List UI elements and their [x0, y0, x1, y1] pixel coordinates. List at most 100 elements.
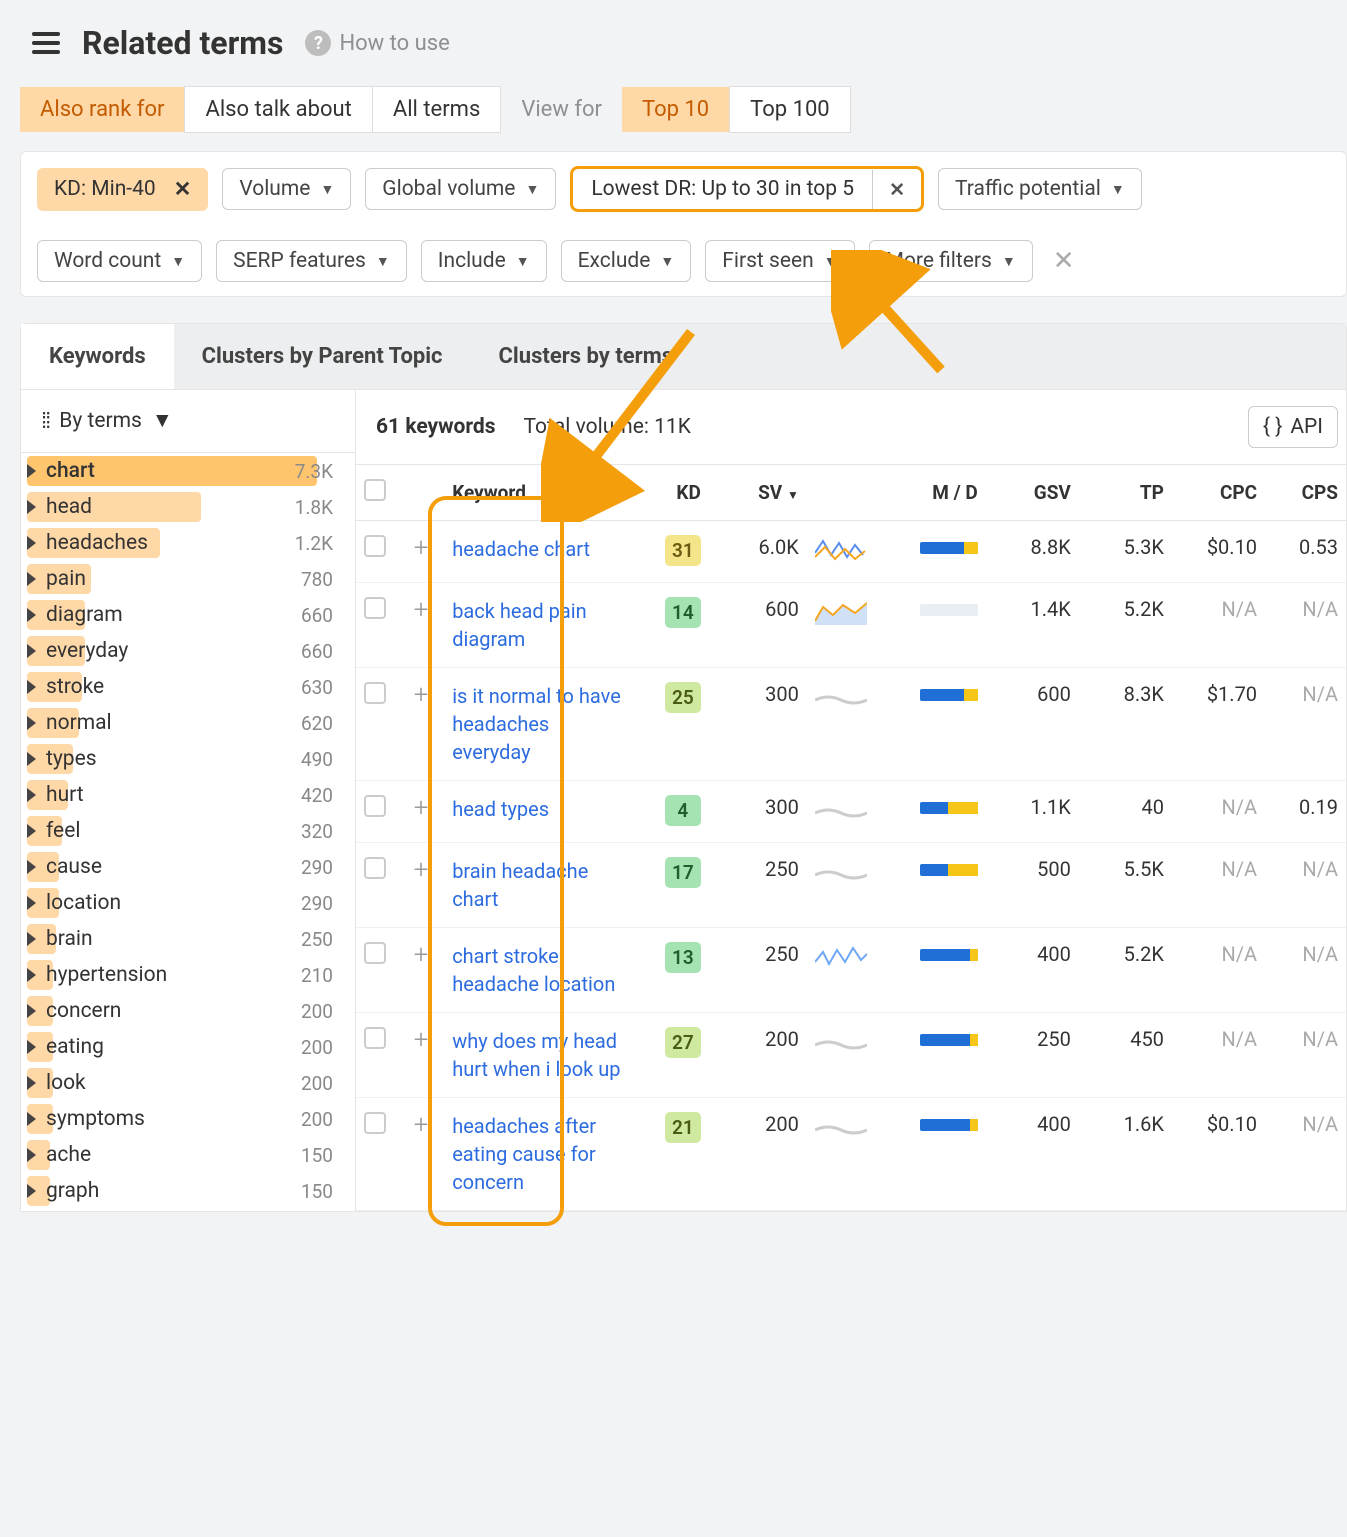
- keyword-link[interactable]: headaches after eating cause for concern: [452, 1114, 596, 1194]
- keyword-link[interactable]: chart stroke headache location: [452, 944, 615, 996]
- add-icon[interactable]: +: [408, 942, 434, 968]
- md-bar: [920, 949, 978, 961]
- keyword-link[interactable]: back head pain diagram: [452, 599, 586, 651]
- sidebar-term-item[interactable]: chart7.3K: [21, 453, 355, 489]
- sv-value: 250: [709, 928, 807, 1013]
- sidebar-term-item[interactable]: stroke630: [21, 669, 355, 705]
- by-terms-label: By terms: [59, 409, 142, 433]
- filter-first-seen[interactable]: First seen ▼: [705, 240, 854, 282]
- col-tp[interactable]: TP: [1079, 465, 1172, 521]
- term-label: hurt: [46, 783, 84, 807]
- sidebar-term-item[interactable]: head1.8K: [21, 489, 355, 525]
- page-title: Related terms: [82, 24, 283, 62]
- filters-panel: KD: Min-40 ✕ Volume ▼ Global volume ▼ Lo…: [20, 151, 1347, 297]
- add-icon[interactable]: +: [408, 597, 434, 623]
- filter-lowest-dr[interactable]: Lowest DR: Up to 30 in top 5 ✕: [570, 166, 924, 212]
- add-icon[interactable]: +: [408, 1112, 434, 1138]
- sidebar-term-item[interactable]: location290: [21, 885, 355, 921]
- filter-global-volume[interactable]: Global volume ▼: [365, 168, 556, 210]
- add-icon[interactable]: +: [408, 535, 434, 561]
- filter-kd-label: KD: Min-40: [54, 177, 156, 201]
- select-all-checkbox[interactable]: [364, 479, 386, 501]
- col-kd[interactable]: KD: [640, 465, 709, 521]
- close-icon[interactable]: ✕: [872, 170, 921, 209]
- keyword-link[interactable]: why does my head hurt when i look up: [452, 1029, 620, 1081]
- subtab-clusters-parent[interactable]: Clusters by Parent Topic: [174, 324, 471, 389]
- md-bar: [920, 864, 978, 876]
- row-checkbox[interactable]: [364, 1027, 386, 1049]
- filter-more-filters[interactable]: More filters ▼: [869, 240, 1033, 282]
- col-gsv[interactable]: GSV: [986, 465, 1079, 521]
- close-icon[interactable]: ✕: [166, 177, 192, 202]
- tab-also-talk-about[interactable]: Also talk about: [184, 86, 372, 133]
- filter-word-count[interactable]: Word count ▼: [37, 240, 202, 282]
- sidebar-term-item[interactable]: brain250: [21, 921, 355, 957]
- sidebar-term-item[interactable]: hurt420: [21, 777, 355, 813]
- row-checkbox[interactable]: [364, 857, 386, 879]
- chevron-right-icon: [27, 500, 36, 514]
- keyword-link[interactable]: is it normal to have headaches everyday: [452, 684, 621, 764]
- menu-icon[interactable]: [32, 32, 60, 54]
- term-count: 290: [301, 856, 333, 879]
- filter-kd[interactable]: KD: Min-40 ✕: [37, 168, 208, 211]
- sidebar-term-item[interactable]: diagram660: [21, 597, 355, 633]
- sidebar-term-item[interactable]: headaches1.2K: [21, 525, 355, 561]
- row-checkbox[interactable]: [364, 597, 386, 619]
- row-checkbox[interactable]: [364, 682, 386, 704]
- tab-all-terms[interactable]: All terms: [373, 86, 501, 133]
- keyword-link[interactable]: headache chart: [452, 537, 590, 561]
- keyword-link[interactable]: head types: [452, 797, 549, 821]
- add-icon[interactable]: +: [408, 682, 434, 708]
- sidebar-term-item[interactable]: cause290: [21, 849, 355, 885]
- row-checkbox[interactable]: [364, 942, 386, 964]
- sidebar-term-item[interactable]: types490: [21, 741, 355, 777]
- api-button[interactable]: { } API: [1248, 406, 1338, 448]
- row-checkbox[interactable]: [364, 795, 386, 817]
- add-icon[interactable]: +: [408, 795, 434, 821]
- keyword-link[interactable]: brain headache chart: [452, 859, 588, 911]
- sidebar-term-item[interactable]: hypertension210: [21, 957, 355, 993]
- tab-top-10[interactable]: Top 10: [622, 87, 729, 132]
- col-keyword[interactable]: Keyword: [444, 465, 640, 521]
- row-checkbox[interactable]: [364, 1112, 386, 1134]
- subtab-keywords[interactable]: Keywords: [21, 324, 174, 389]
- row-checkbox[interactable]: [364, 535, 386, 557]
- tab-also-rank-for[interactable]: Also rank for: [20, 87, 184, 132]
- term-label: graph: [46, 1179, 99, 1203]
- add-icon[interactable]: +: [408, 857, 434, 883]
- sidebar-term-item[interactable]: concern200: [21, 993, 355, 1029]
- table-row: +brain headache chart172505005.5KN/AN/A: [356, 843, 1346, 928]
- filter-volume[interactable]: Volume ▼: [222, 168, 351, 210]
- clear-filters-icon[interactable]: ✕: [1047, 246, 1081, 276]
- sidebar-term-item[interactable]: symptoms200: [21, 1101, 355, 1137]
- col-cpc[interactable]: CPC: [1172, 465, 1265, 521]
- sidebar-term-item[interactable]: pain780: [21, 561, 355, 597]
- filter-serp-features[interactable]: SERP features ▼: [216, 240, 407, 282]
- sidebar-term-item[interactable]: look200: [21, 1065, 355, 1101]
- how-to-use-link[interactable]: ? How to use: [305, 30, 449, 56]
- col-md[interactable]: M / D: [893, 465, 986, 521]
- add-icon[interactable]: +: [408, 1027, 434, 1053]
- term-count: 780: [301, 568, 333, 591]
- col-cps[interactable]: CPS: [1265, 465, 1346, 521]
- chevron-down-icon: ▼: [824, 253, 838, 270]
- sidebar-term-item[interactable]: ache150: [21, 1137, 355, 1173]
- filter-exclude[interactable]: Exclude ▼: [561, 240, 692, 282]
- sidebar-term-item[interactable]: eating200: [21, 1029, 355, 1065]
- col-sv[interactable]: SV ▼: [709, 465, 807, 521]
- sidebar-term-item[interactable]: everyday660: [21, 633, 355, 669]
- sidebar-term-item[interactable]: normal620: [21, 705, 355, 741]
- md-bar: [920, 1119, 978, 1131]
- tp-value: 5.3K: [1079, 521, 1172, 583]
- term-label: normal: [46, 711, 112, 735]
- sidebar-term-item[interactable]: feel320: [21, 813, 355, 849]
- sparkline-icon: [807, 521, 893, 583]
- cpc-value: N/A: [1172, 781, 1265, 843]
- subtab-clusters-terms[interactable]: Clusters by terms: [471, 324, 702, 389]
- filter-traffic-potential[interactable]: Traffic potential ▼: [938, 168, 1142, 210]
- tab-top-100[interactable]: Top 100: [729, 86, 851, 133]
- filter-include-label: Include: [438, 249, 506, 273]
- by-terms-dropdown[interactable]: ⁞⁞ By terms ▼: [21, 390, 355, 453]
- filter-include[interactable]: Include ▼: [421, 240, 547, 282]
- sidebar-term-item[interactable]: graph150: [21, 1173, 355, 1209]
